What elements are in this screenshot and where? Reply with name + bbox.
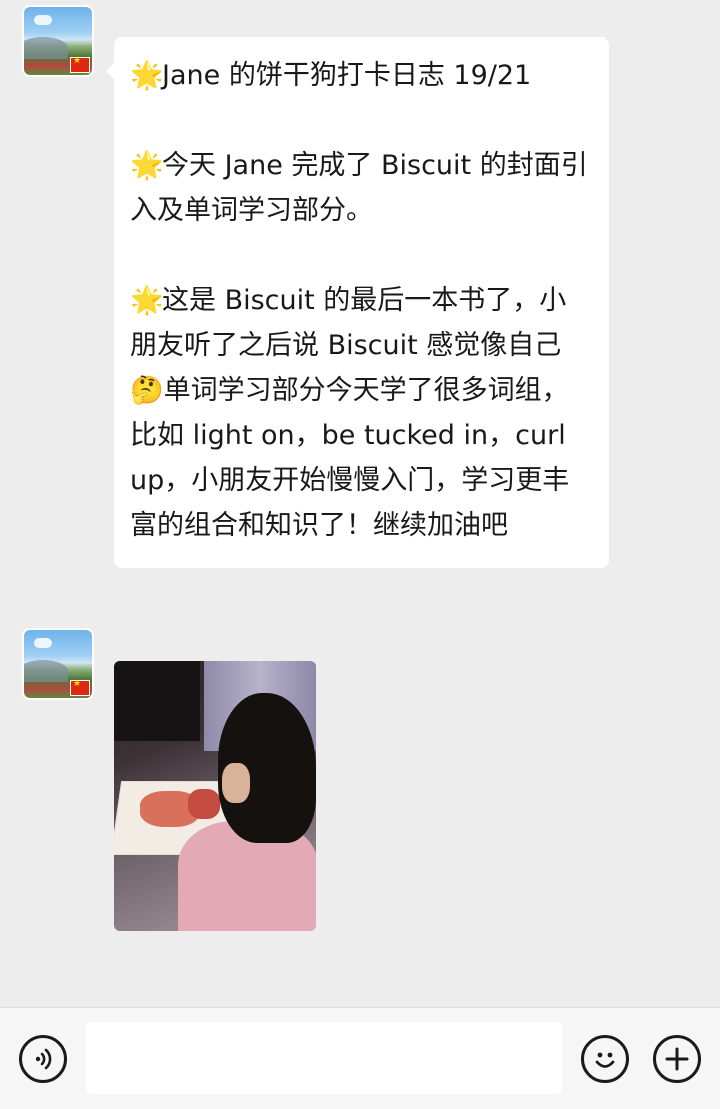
emoji-button[interactable] [581, 1035, 629, 1083]
avatar-cloud [34, 15, 52, 25]
avatar-hill [24, 37, 68, 59]
image-message[interactable] [114, 661, 316, 931]
star-icon: 🌟 [130, 150, 164, 181]
voice-icon [35, 1048, 52, 1070]
star-icon: 🌟 [130, 60, 164, 91]
photo-monitor [114, 661, 200, 741]
more-button[interactable] [653, 1035, 701, 1083]
sender-avatar[interactable] [22, 628, 94, 700]
emoji-icon [595, 1052, 615, 1068]
china-flag-icon [70, 56, 90, 73]
avatar-hill [24, 660, 68, 682]
message-paragraph-3: 🌟这是 Biscuit 的最后一本书了，小朋友听了之后说 Biscuit 感觉像… [130, 278, 593, 548]
voice-button[interactable] [19, 1035, 67, 1083]
thinking-face-icon: 🤔 [130, 375, 164, 406]
paragraph-text: 今天 Jane 完成了 Biscuit 的封面引入及单词学习部分。 [130, 150, 588, 226]
message-paragraph-2: 🌟今天 Jane 完成了 Biscuit 的封面引入及单词学习部分。 [130, 143, 593, 233]
paragraph-text: 单词学习部分今天学了很多词组，比如 light on，be tucked in，… [130, 375, 570, 541]
chat-area: 🌟Jane 的饼干狗打卡日志 19/21 🌟今天 Jane 完成了 Biscui… [0, 0, 720, 1007]
sender-avatar[interactable] [22, 5, 94, 77]
message-paragraph-1: 🌟Jane 的饼干狗打卡日志 19/21 [130, 53, 593, 98]
avatar-cloud [34, 638, 52, 648]
china-flag-icon [70, 679, 90, 696]
input-bar [0, 1007, 720, 1109]
photo-book-illustration [188, 789, 220, 819]
paragraph-text: 这是 Biscuit 的最后一本书了，小朋友听了之后说 Biscuit 感觉像自… [130, 285, 567, 361]
star-icon: 🌟 [130, 285, 164, 316]
plus-icon [665, 1047, 689, 1071]
paragraph-text: Jane 的饼干狗打卡日志 19/21 [162, 60, 532, 91]
photo-child-face [222, 763, 250, 803]
message-input[interactable] [86, 1022, 562, 1094]
text-message-bubble[interactable]: 🌟Jane 的饼干狗打卡日志 19/21 🌟今天 Jane 完成了 Biscui… [106, 37, 609, 568]
